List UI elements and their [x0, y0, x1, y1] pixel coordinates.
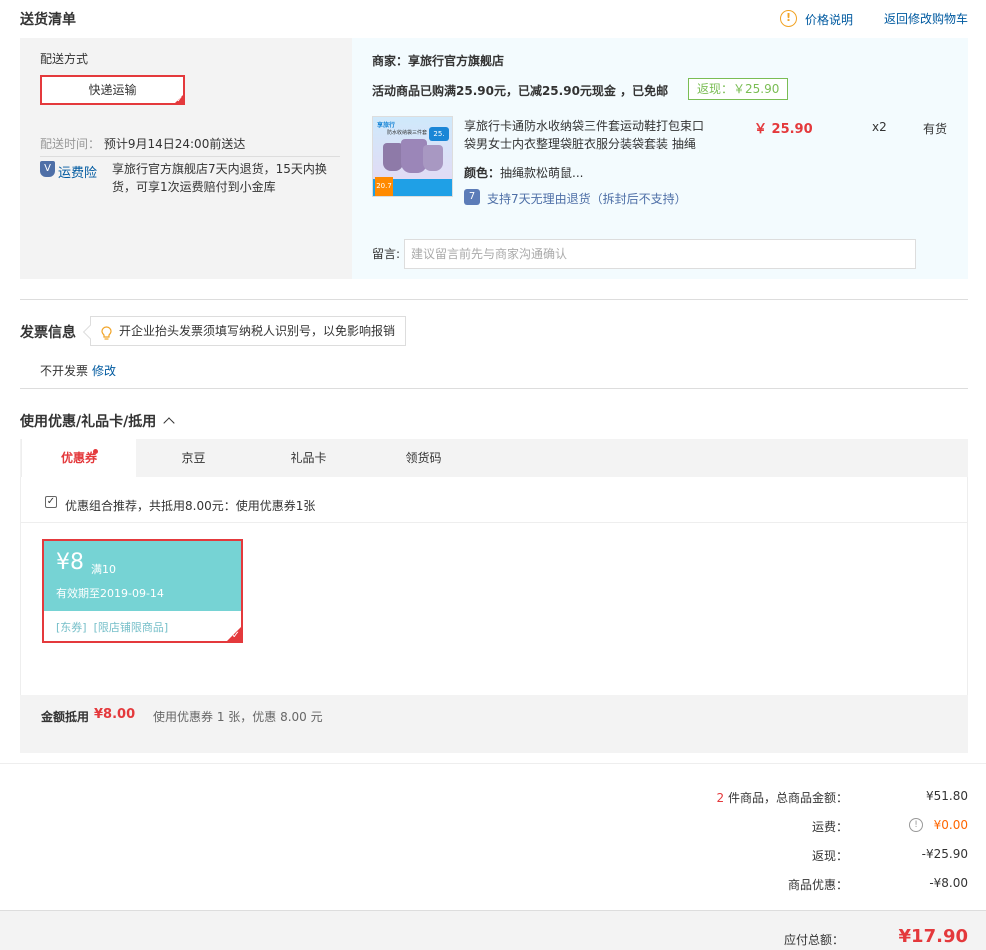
coupon-amount: ¥8 [56, 550, 84, 575]
message-label: 留言: [372, 247, 401, 261]
coupon-header: ¥8 满10 有效期至2019-09-14 [44, 541, 241, 611]
totals-items-row: 2 件商品，总商品金额： ¥51.80 [600, 789, 968, 809]
tab-label: 优惠券 [60, 451, 97, 465]
divider [21, 522, 967, 523]
product-title-line: 享旅行卡通防水收纳袋三件套运动鞋打包束口 [464, 119, 705, 133]
invoice-edit-link[interactable]: 修改 [92, 362, 116, 379]
items-label-text: 件商品，总商品金额： [724, 791, 848, 805]
coupon-expiry: 有效期至2019-09-14 [56, 587, 164, 600]
back-to-cart-link[interactable]: 返回修改购物车 [884, 10, 968, 27]
product-price: ￥ 25.90 [754, 122, 813, 137]
discount-tabs: 优惠券 京豆 礼品卡 领货码 [20, 439, 968, 477]
discount-title-text: 使用优惠/礼品卡/抵用 [20, 414, 157, 430]
check-icon: ✓ [231, 630, 240, 641]
product-title-line: 袋男女士内衣整理袋脏衣服分装袋套装 抽绳 [464, 137, 696, 151]
discount-section-title[interactable]: 使用优惠/礼品卡/抵用 [20, 411, 175, 431]
merchant-name: 商家：享旅行官方旗舰店 [372, 54, 505, 68]
totals-items-label: 2 件商品，总商品金额： [717, 789, 848, 806]
divider [40, 156, 340, 157]
items-value: ¥51.80 [926, 789, 968, 803]
summary-label: 金额抵用 [41, 710, 90, 724]
notification-dot [93, 449, 98, 454]
insurance-desc-line: 享旅行官方旗舰店7天内退货，15天内换 [112, 162, 327, 176]
coupon-card[interactable]: ¥8 满10 有效期至2019-09-14 [东券] [限店铺限商品] ✓ [42, 539, 243, 643]
invoice-section-title: 发票信息 [20, 325, 76, 341]
product-image-badge: 25. [429, 127, 449, 141]
tab-pickup-code[interactable]: 领货码 [366, 439, 481, 477]
delivery-section-title: 送货清单 [20, 12, 76, 28]
divider [0, 763, 986, 764]
discount-label: 商品优惠： [787, 878, 848, 892]
chevron-up-icon [163, 417, 175, 429]
product-color-label: 颜色： [464, 166, 501, 180]
shield-icon: V [40, 161, 55, 177]
delivery-time-label: 配送时间： [40, 137, 101, 151]
product-image-brand: 享旅行 [377, 122, 396, 129]
invoice-status: 不开发票 [40, 364, 89, 378]
divider [20, 388, 968, 389]
payable-bar: 应付总额： ¥17.90 [0, 910, 986, 950]
ship-method-value: 快递运输 [88, 83, 137, 97]
ship-method-label: 配送方式 [40, 52, 89, 66]
coupon-summary: 金额抵用 ¥8.00 使用优惠券 1 张，优惠 8.00 元 [20, 695, 968, 753]
combo-text: 优惠组合推荐，共抵用8.00元：使用优惠券1张 [65, 499, 316, 513]
product-color-value: 抽绳款松萌鼠... [500, 166, 584, 180]
product-image-caption: 防水收纳袋三件套 [387, 130, 428, 136]
product-title[interactable]: 享旅行卡通防水收纳袋三件套运动鞋打包束口 袋男女士内衣整理袋脏衣服分装袋套装 抽… [464, 117, 714, 153]
delivery-time: 配送时间： 预计9月14日24:00前送达 [40, 135, 245, 152]
info-icon[interactable]: ! [780, 10, 797, 27]
invoice-tip-text: 开企业抬头发票须填写纳税人识别号，以免影响报销 [119, 324, 396, 338]
payable-label: 应付总额： [783, 933, 844, 947]
product-color: 颜色：抽绳款松萌鼠... [464, 164, 583, 181]
product-stock: 有货 [923, 122, 948, 136]
discount-value: -¥8.00 [929, 876, 968, 890]
info-icon[interactable]: ! [909, 818, 923, 832]
coupon-condition: 满10 [91, 563, 116, 576]
combo-checkbox[interactable]: ✓ [45, 496, 57, 508]
promo-text: 活动商品已购满25.90元，已减25.90元现金 ，已免邮 [372, 84, 669, 98]
rebate-label: 返现： [811, 849, 848, 863]
lightbulb-icon [101, 323, 112, 340]
product-qty: x2 [872, 120, 887, 134]
product-image[interactable]: 享旅行 防水收纳袋三件套 25. 20.7 [372, 116, 453, 197]
product-bag-shape [423, 145, 443, 171]
tab-gift-card[interactable]: 礼品卡 [251, 439, 366, 477]
invoice-tip: 开企业抬头发票须填写纳税人识别号，以免影响报销 [90, 316, 406, 346]
rebate-value: -¥25.90 [921, 847, 968, 861]
product-bag-shape [383, 143, 403, 171]
totals-discount-row: 商品优惠： -¥8.00 [600, 876, 968, 896]
totals-rebate-row: 返现： -¥25.90 [600, 847, 968, 867]
tab-coupon[interactable]: 优惠券 [21, 439, 136, 477]
delivery-time-value: 预计9月14日24:00前送达 [103, 137, 246, 151]
totals-shipping-row: 运费： ! ¥0.00 [600, 818, 968, 838]
return-policy-icon: 7 [464, 189, 480, 205]
ship-method-button[interactable]: 快递运输 ✓ [40, 75, 185, 105]
shipping-label: 运费： [811, 820, 848, 834]
insurance-desc-line: 货，可享1次运费赔付到小金库 [112, 180, 276, 194]
check-icon: ✓ [176, 95, 183, 104]
tab-jingdou[interactable]: 京豆 [136, 439, 251, 477]
summary-desc: 使用优惠券 1 张，优惠 8.00 元 [153, 710, 323, 724]
insurance-link[interactable]: 运费险 [58, 162, 97, 181]
coupon-tags: [东券] [限店铺限商品] [56, 621, 169, 634]
price-note-link[interactable]: 价格说明 [805, 11, 853, 28]
product-image-price: 20.7 [375, 177, 393, 196]
summary-amount: ¥8.00 [94, 707, 136, 722]
divider [20, 299, 968, 300]
rebate-badge: 返现：￥25.90 [688, 78, 789, 100]
shipping-value: ¥0.00 [933, 818, 968, 832]
message-input[interactable] [404, 239, 916, 269]
return-policy: 支持7天无理由退货（拆封后不支持） [487, 192, 687, 206]
payable-value: ¥17.90 [898, 926, 968, 947]
insurance-desc: 享旅行官方旗舰店7天内退货，15天内换 货，可享1次运费赔付到小金库 [112, 160, 327, 196]
